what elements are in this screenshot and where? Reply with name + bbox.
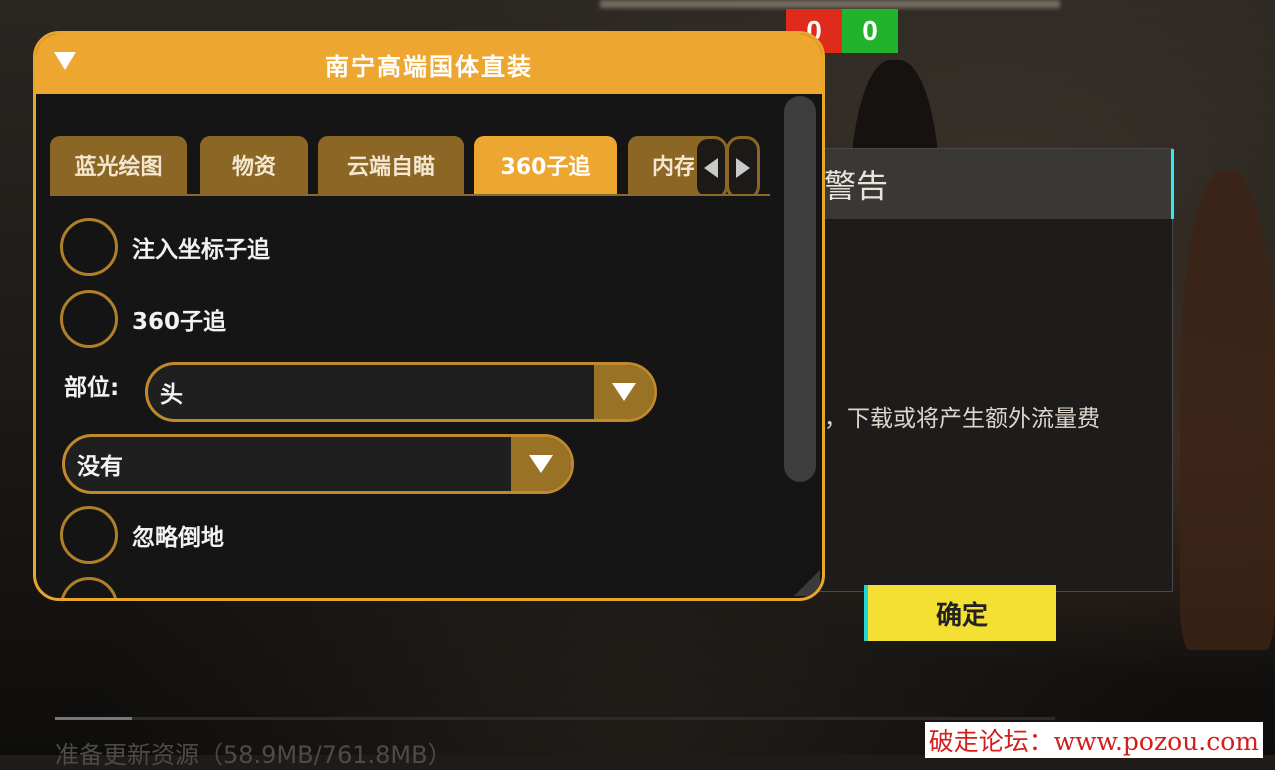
- body-part-label: 部位:: [64, 375, 120, 401]
- warning-title: 警告: [824, 167, 889, 205]
- tab-360-tracking[interactable]: 360子追: [474, 136, 617, 194]
- update-progress-fill: [55, 717, 132, 720]
- ignore-downed-label: 忽略倒地: [132, 525, 224, 551]
- inject-tracking-toggle[interactable]: [60, 218, 118, 276]
- option-partially-visible[interactable]: [60, 577, 118, 598]
- background-figure: [1180, 170, 1275, 650]
- tab-scroll-left-button[interactable]: [694, 136, 728, 194]
- cheat-menu-panel: 南宁高端国体直装 蓝光绘图 物资 云端自瞄 360子追 内存 注入坐标子追 36…: [33, 31, 825, 601]
- chevron-down-icon: [529, 455, 553, 473]
- resize-handle-icon[interactable]: [794, 570, 820, 596]
- warning-body: ，下载或将产生额外流量费 确定: [816, 219, 1172, 641]
- confirm-button[interactable]: 确定: [868, 585, 1056, 641]
- tab-cloud-aim[interactable]: 云端自瞄: [318, 136, 464, 194]
- secondary-select-value: 没有: [77, 454, 123, 480]
- arrow-right-icon: [736, 158, 750, 178]
- tab-supplies[interactable]: 物资: [200, 136, 308, 194]
- warning-header: 警告: [816, 149, 1172, 219]
- panel-header[interactable]: 南宁高端国体直装: [36, 34, 822, 94]
- tab-bar: 蓝光绘图 物资 云端自瞄 360子追 内存: [50, 132, 770, 196]
- option-toggle[interactable]: [60, 577, 118, 598]
- warning-dialog: 警告 ，下载或将产生额外流量费 确定: [815, 148, 1174, 641]
- update-progress-bar: [55, 717, 1055, 720]
- dropdown-button[interactable]: [511, 437, 571, 491]
- forum-watermark: 破走论坛：www.pozou.com: [924, 722, 1263, 758]
- collapse-icon[interactable]: [54, 52, 76, 70]
- body-part-value: 头: [160, 382, 183, 408]
- dropdown-button[interactable]: [594, 365, 654, 419]
- panel-scrollbar[interactable]: [784, 96, 816, 482]
- body-part-select[interactable]: 头: [145, 362, 657, 422]
- option-inject-tracking[interactable]: 注入坐标子追: [60, 218, 270, 276]
- option-360-tracking[interactable]: 360子追: [60, 290, 226, 348]
- update-status-text: 准备更新资源（58.9MB/761.8MB）: [55, 741, 452, 769]
- warning-message: ，下载或将产生额外流量费: [824, 406, 1100, 432]
- panel-title: 南宁高端国体直装: [325, 52, 533, 81]
- inject-tracking-label: 注入坐标子追: [132, 237, 270, 263]
- tab-scroll-right-button[interactable]: [726, 136, 760, 194]
- arrow-left-icon: [704, 158, 718, 178]
- dialog-edge-glitch: [1171, 149, 1174, 219]
- tracking-360-label: 360子追: [132, 309, 227, 335]
- tracking-360-toggle[interactable]: [60, 290, 118, 348]
- chevron-down-icon: [612, 383, 636, 401]
- secondary-select[interactable]: 没有: [62, 434, 574, 494]
- ignore-downed-toggle[interactable]: [60, 506, 118, 564]
- green-score-badge: 0: [842, 9, 898, 53]
- option-ignore-downed[interactable]: 忽略倒地: [60, 506, 224, 564]
- background-text-blur: [600, 0, 1060, 8]
- tab-blue-drawing[interactable]: 蓝光绘图: [50, 136, 187, 194]
